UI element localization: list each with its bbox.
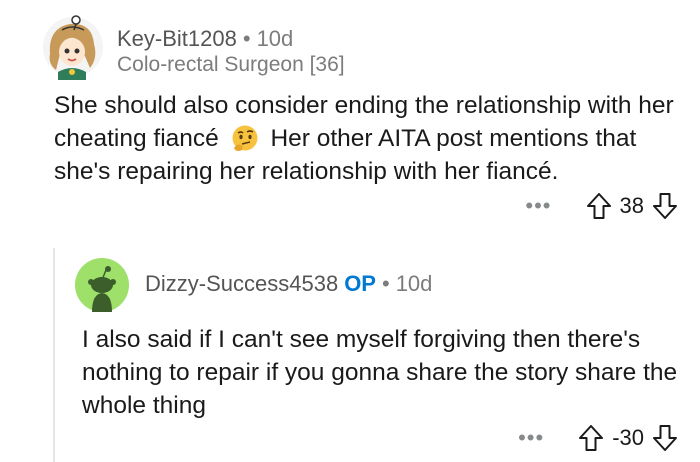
- upvote-arrow-icon[interactable]: [578, 424, 604, 452]
- comment-username[interactable]: Key-Bit1208: [117, 26, 237, 51]
- avatar-illustration-icon: [43, 15, 103, 80]
- avatar[interactable]: [40, 14, 106, 80]
- more-options-button[interactable]: •••: [518, 427, 544, 449]
- reply-age[interactable]: 10d: [396, 271, 433, 296]
- vote-score: -30: [612, 425, 644, 450]
- user-flair: Colo-rectal Surgeon [36]: [117, 53, 345, 76]
- thinking-face-icon: [230, 124, 260, 152]
- reply-actions: ••• -30: [518, 421, 678, 455]
- downvote-arrow-icon[interactable]: [652, 192, 678, 220]
- downvote-arrow-icon[interactable]: [652, 424, 678, 452]
- more-options-button[interactable]: •••: [525, 195, 551, 217]
- vote-score: 38: [619, 193, 644, 218]
- thread-line: [53, 248, 55, 462]
- upvote-arrow-icon[interactable]: [586, 192, 612, 220]
- comment-actions: ••• 38: [525, 189, 678, 223]
- reply-avatar[interactable]: [75, 258, 129, 312]
- op-badge: OP: [344, 271, 376, 296]
- comment-age[interactable]: 10d: [257, 26, 294, 51]
- meta-separator: •: [242, 26, 251, 51]
- meta-separator: •: [381, 271, 390, 296]
- comment-body: She should also consider ending the rela…: [54, 89, 694, 188]
- snoo-avatar-icon: [75, 258, 129, 312]
- reply-meta: Dizzy-Success4538 OP • 10d: [145, 271, 432, 297]
- reply-username[interactable]: Dizzy-Success4538: [145, 271, 338, 296]
- reply-body: I also said if I can't see myself forgiv…: [82, 326, 678, 419]
- comment-meta: Key-Bit1208 • 10d: [117, 26, 293, 52]
